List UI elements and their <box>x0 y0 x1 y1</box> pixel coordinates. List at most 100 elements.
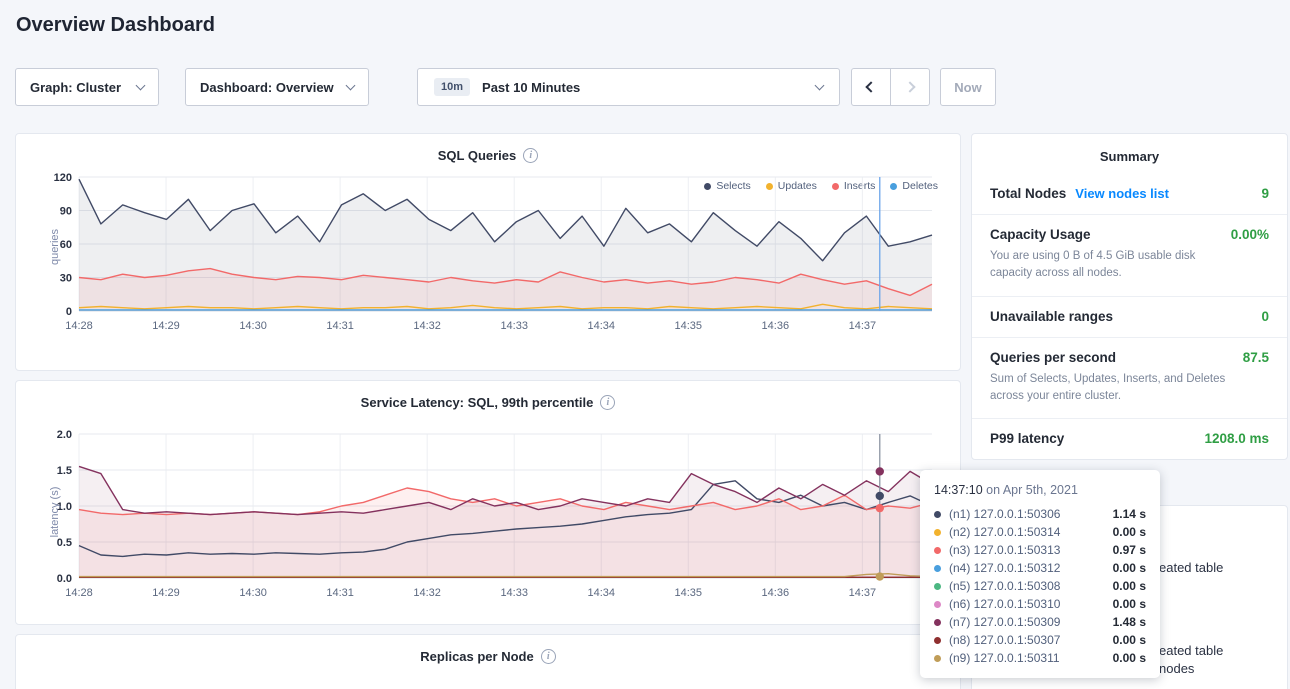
tooltip-timestamp: 14:37:10 on Apr 5th, 2021 <box>934 483 1146 497</box>
svg-text:14:36: 14:36 <box>762 320 790 332</box>
node-address: (n8) 127.0.0.1:50307 <box>949 633 1113 647</box>
chart-title-row: Replicas per Node i <box>16 635 960 664</box>
node-address: (n6) 127.0.0.1:50310 <box>949 597 1113 611</box>
node-address: (n2) 127.0.0.1:50314 <box>949 525 1113 539</box>
svg-text:90: 90 <box>60 206 72 218</box>
chart-area: latency (s) 14:2814:2914:3014:3114:3214:… <box>32 426 960 609</box>
event-text: eated table <box>1159 559 1223 577</box>
chevron-down-icon <box>136 80 146 90</box>
node-color-dot <box>934 565 941 572</box>
summary-row-queries-per-second: Queries per second 87.5 Sum of Selects, … <box>972 337 1287 419</box>
node-latency-value: 0.00 s <box>1113 597 1146 611</box>
node-address: (n1) 127.0.0.1:50306 <box>949 507 1113 521</box>
summary-row-unavailable-ranges: Unavailable ranges 0 <box>972 296 1287 337</box>
node-latency-value: 0.00 s <box>1113 651 1146 665</box>
time-prev-button[interactable] <box>851 68 891 106</box>
sql-queries-chart[interactable]: 14:2814:2914:3014:3114:3214:3314:3414:35… <box>32 169 946 337</box>
chart-title: Service Latency: SQL, 99th percentile <box>361 395 594 410</box>
svg-text:14:29: 14:29 <box>152 320 180 332</box>
view-nodes-list-link[interactable]: View nodes list <box>1075 186 1169 201</box>
now-button[interactable]: Now <box>940 68 996 106</box>
tooltip-date: on Apr 5th, 2021 <box>986 483 1078 497</box>
summary-label: Total Nodes <box>990 186 1066 201</box>
svg-text:14:34: 14:34 <box>587 320 615 332</box>
svg-text:14:30: 14:30 <box>239 320 267 332</box>
svg-text:30: 30 <box>60 273 72 285</box>
svg-text:0.5: 0.5 <box>57 537 72 549</box>
dashboard-selector-dropdown[interactable]: Dashboard: Overview <box>185 68 369 106</box>
svg-text:14:28: 14:28 <box>65 587 93 599</box>
dashboard-selector-label: Dashboard: Overview <box>200 80 334 95</box>
info-icon[interactable]: i <box>523 148 538 163</box>
summary-value: 0 <box>1261 309 1269 324</box>
event-text: nodes <box>1159 660 1223 678</box>
overview-dashboard-page: Overview Dashboard Graph: Cluster Dashbo… <box>0 0 1290 689</box>
svg-text:14:35: 14:35 <box>675 587 703 599</box>
tooltip-row: (n3) 127.0.0.1:50313 0.97 s <box>934 541 1146 559</box>
summary-value: 0.00% <box>1231 227 1269 242</box>
svg-text:14:34: 14:34 <box>587 587 615 599</box>
node-address: (n4) 127.0.0.1:50312 <box>949 561 1113 575</box>
svg-text:60: 60 <box>60 239 72 251</box>
replicas-per-node-card: Replicas per Node i <box>15 634 961 689</box>
tooltip-row: (n4) 127.0.0.1:50312 0.00 s <box>934 559 1146 577</box>
event-item[interactable]: eated table nodes <box>1159 642 1223 678</box>
node-color-dot <box>934 511 941 518</box>
svg-text:14:32: 14:32 <box>413 587 441 599</box>
node-color-dot <box>934 583 941 590</box>
time-range-badge: 10m <box>434 78 470 96</box>
chart-title: SQL Queries <box>438 148 517 163</box>
event-item[interactable]: eated table <box>1159 559 1223 577</box>
node-color-dot <box>934 637 941 644</box>
event-text: eated table <box>1159 642 1223 660</box>
node-latency-value: 0.97 s <box>1113 543 1146 557</box>
svg-text:14:31: 14:31 <box>326 587 354 599</box>
graph-selector-dropdown[interactable]: Graph: Cluster <box>15 68 159 106</box>
summary-label: Capacity Usage <box>990 227 1091 242</box>
node-address: (n5) 127.0.0.1:50308 <box>949 579 1113 593</box>
node-latency-value: 0.00 s <box>1113 561 1146 575</box>
svg-text:14:36: 14:36 <box>762 587 790 599</box>
chart-title-row: SQL Queries i <box>16 134 960 163</box>
svg-text:14:32: 14:32 <box>413 320 441 332</box>
tooltip-row: (n8) 127.0.0.1:50307 0.00 s <box>934 631 1146 649</box>
node-color-dot <box>934 655 941 662</box>
info-icon[interactable]: i <box>600 395 615 410</box>
summary-row-total-nodes: Total Nodes View nodes list 9 <box>972 174 1287 214</box>
svg-text:14:33: 14:33 <box>500 320 528 332</box>
sql-queries-card: SQL Queries i Selects Updates Inserts De… <box>15 133 961 371</box>
tooltip-row: (n1) 127.0.0.1:50306 1.14 s <box>934 505 1146 523</box>
tooltip-row: (n7) 127.0.0.1:50309 1.48 s <box>934 613 1146 631</box>
node-latency-value: 0.00 s <box>1113 579 1146 593</box>
node-latency-value: 1.14 s <box>1113 507 1146 521</box>
summary-row-p99-latency: P99 latency 1208.0 ms <box>972 418 1287 459</box>
summary-subtext: You are using 0 B of 4.5 GiB usable disk… <box>990 248 1269 283</box>
summary-label: P99 latency <box>990 431 1064 446</box>
latency-chart[interactable]: 14:2814:2914:3014:3114:3214:3314:3414:35… <box>32 426 946 604</box>
node-color-dot <box>934 547 941 554</box>
svg-text:1.0: 1.0 <box>57 501 72 513</box>
time-next-button[interactable] <box>890 68 930 106</box>
summary-value: 1208.0 ms <box>1204 431 1269 446</box>
chart-title: Replicas per Node <box>420 649 533 664</box>
node-address: (n9) 127.0.0.1:50311 <box>949 651 1113 665</box>
svg-text:14:31: 14:31 <box>326 320 354 332</box>
svg-text:14:29: 14:29 <box>152 587 180 599</box>
tooltip-row: (n9) 127.0.0.1:50311 0.00 s <box>934 649 1146 667</box>
svg-text:0.0: 0.0 <box>57 573 72 585</box>
node-address: (n3) 127.0.0.1:50313 <box>949 543 1113 557</box>
page-title: Overview Dashboard <box>16 14 215 37</box>
summary-value: 87.5 <box>1243 350 1269 365</box>
svg-text:120: 120 <box>54 172 72 184</box>
svg-text:14:30: 14:30 <box>239 587 267 599</box>
time-range-label: Past 10 Minutes <box>482 80 580 95</box>
time-step-buttons <box>851 68 930 106</box>
tooltip-row: (n5) 127.0.0.1:50308 0.00 s <box>934 577 1146 595</box>
chevron-left-icon <box>865 81 876 92</box>
node-latency-value: 0.00 s <box>1113 525 1146 539</box>
chevron-right-icon <box>904 81 915 92</box>
summary-label: Unavailable ranges <box>990 309 1113 324</box>
info-icon[interactable]: i <box>541 649 556 664</box>
node-color-dot <box>934 601 941 608</box>
time-range-selector[interactable]: 10m Past 10 Minutes <box>417 68 840 106</box>
